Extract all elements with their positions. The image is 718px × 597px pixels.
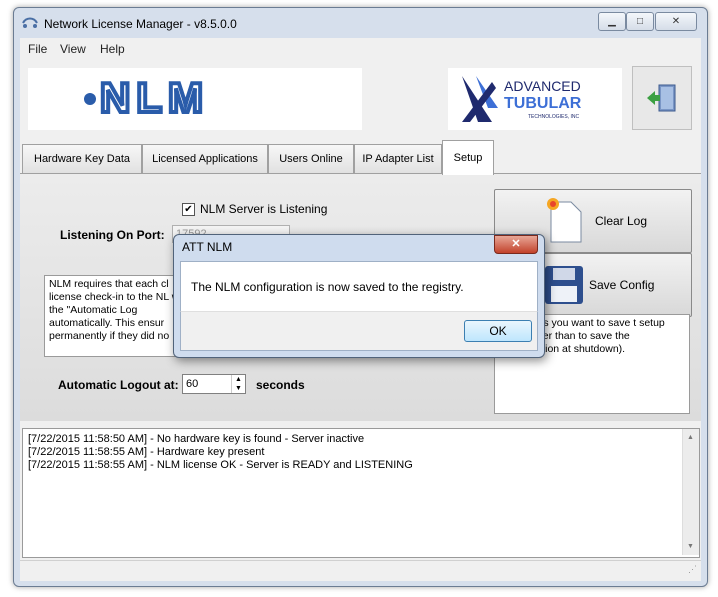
log-line: [7/22/2015 11:58:55 AM] - NLM license OK… xyxy=(28,459,413,471)
menu-bar: File View Help xyxy=(20,38,701,60)
att-logo: ADVANCED TUBULAR TECHNOLOGIES, INC xyxy=(448,68,622,130)
att-logo-graphic: ADVANCED TUBULAR TECHNOLOGIES, INC xyxy=(462,76,582,122)
tab-setup[interactable]: Setup xyxy=(442,140,494,175)
app-icon xyxy=(22,17,38,28)
exit-door-icon xyxy=(647,84,676,112)
scroll-up-icon[interactable]: ▲ xyxy=(687,431,694,444)
att-logo-line1: ADVANCED xyxy=(504,78,581,94)
tab-users-online[interactable]: Users Online xyxy=(268,144,354,173)
dialog-title: ATT NLM xyxy=(182,240,233,254)
dialog-body: The NLM configuration is now saved to th… xyxy=(180,261,538,312)
ok-button[interactable]: OK xyxy=(464,320,532,342)
logout-unit: seconds xyxy=(256,378,305,392)
message-dialog: ATT NLM ✕ The NLM configuration is now s… xyxy=(173,234,545,358)
port-label: Listening On Port: xyxy=(60,228,165,242)
dialog-close-button[interactable]: ✕ xyxy=(494,235,538,254)
listening-checkbox-label: NLM Server is Listening xyxy=(200,202,328,216)
att-logo-line2: TUBULAR xyxy=(504,95,582,112)
menu-view[interactable]: View xyxy=(60,42,86,56)
close-button[interactable]: ✕ xyxy=(655,12,697,31)
tab-licensed-applications[interactable]: Licensed Applications xyxy=(142,144,268,173)
save-config-label: Save Config xyxy=(589,278,655,292)
log-scrollbar[interactable]: ▲ ▼ xyxy=(682,429,699,555)
log-panel: [7/22/2015 11:58:50 AM] - No hardware ke… xyxy=(22,428,700,558)
logout-value: 60 xyxy=(186,378,199,390)
logout-input[interactable]: 60 ▲ ▼ xyxy=(182,374,246,394)
minimize-button[interactable]: ▁ xyxy=(598,12,626,31)
title-bar: Network License Manager - v8.5.0.0 ▁ □ ✕ xyxy=(14,8,707,38)
menu-file[interactable]: File xyxy=(28,42,47,56)
floppy-disk-icon xyxy=(545,266,583,304)
clear-document-icon xyxy=(547,198,582,243)
tab-hardware-key-data[interactable]: Hardware Key Data xyxy=(22,144,142,173)
exit-button[interactable] xyxy=(632,66,692,130)
logout-spinner[interactable]: ▲ ▼ xyxy=(231,375,245,393)
log-line: [7/22/2015 11:58:55 AM] - Hardware key p… xyxy=(28,446,265,458)
nlm-logo-graphic: NLM xyxy=(84,72,209,123)
tab-ip-adapter-list[interactable]: IP Adapter List xyxy=(354,144,442,173)
tab-strip: Hardware Key Data Licensed Applications … xyxy=(20,140,701,175)
scroll-down-icon[interactable]: ▼ xyxy=(687,540,694,553)
nlm-logo: NLM xyxy=(28,68,362,130)
log-line: [7/22/2015 11:58:50 AM] - No hardware ke… xyxy=(28,433,365,445)
att-logo-line3: TECHNOLOGIES, INC xyxy=(528,114,580,120)
dialog-footer: OK xyxy=(180,311,538,351)
listening-checkbox[interactable]: ✔ xyxy=(182,203,195,216)
menu-help[interactable]: Help xyxy=(100,42,125,56)
spin-up-icon[interactable]: ▲ xyxy=(232,375,245,384)
resize-grip-icon[interactable]: ⋰ xyxy=(688,564,697,575)
maximize-button[interactable]: □ xyxy=(626,12,654,31)
nlm-logo-text: NLM xyxy=(100,74,209,121)
logout-label: Automatic Logout at: xyxy=(58,378,179,392)
dialog-message: The NLM configuration is now saved to th… xyxy=(191,280,464,294)
clear-log-label: Clear Log xyxy=(595,214,648,228)
spin-down-icon[interactable]: ▼ xyxy=(232,384,245,393)
window-title: Network License Manager - v8.5.0.0 xyxy=(44,17,237,31)
status-bar: ⋰ xyxy=(20,560,701,581)
